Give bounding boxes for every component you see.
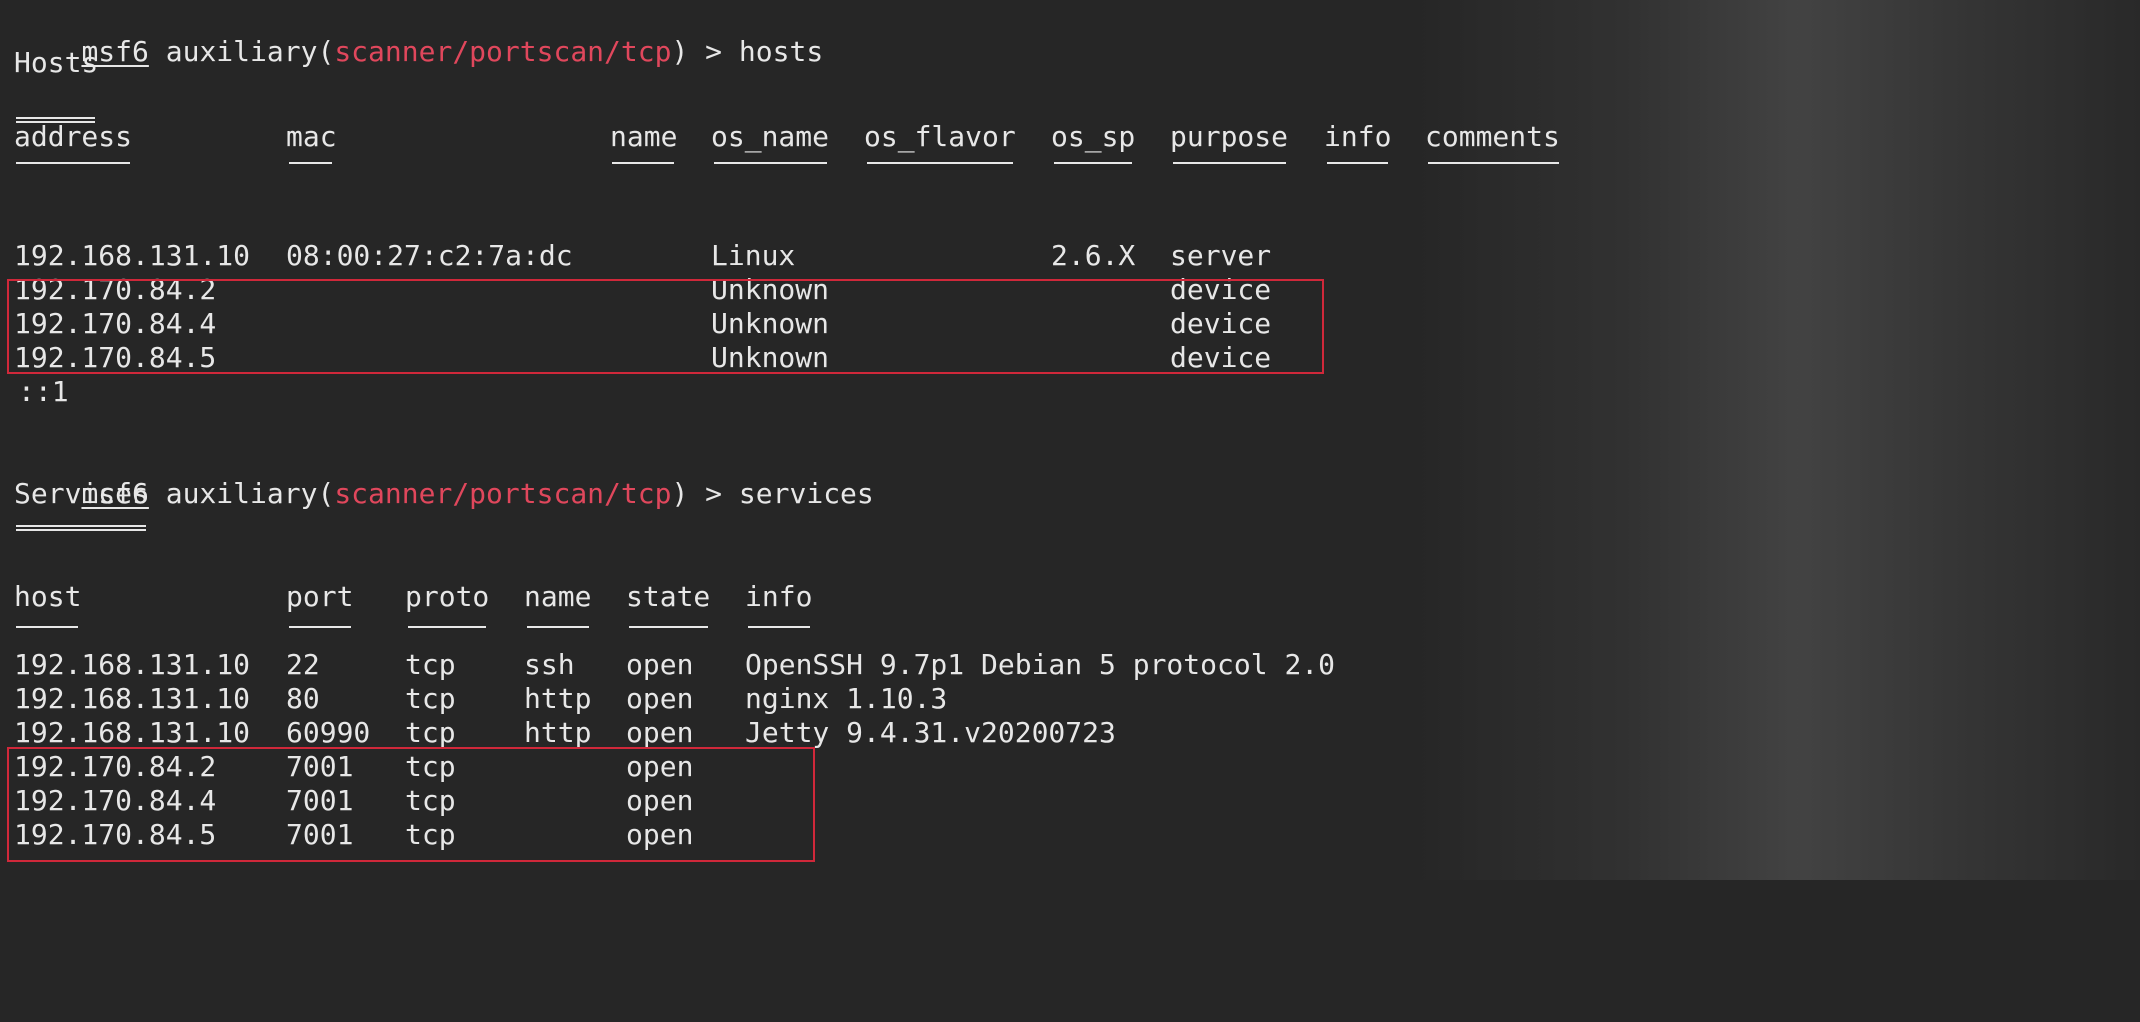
hosts-dash-info	[1327, 162, 1388, 164]
services-title: Services	[14, 477, 149, 510]
table-row: 192.168.131.10 08:00:27:c2:7a:dc Linux 2…	[0, 239, 1600, 273]
service-info: nginx 1.10.3	[745, 682, 948, 715]
services-dash-port	[289, 626, 351, 628]
hosts-col-address: address	[14, 120, 133, 153]
prompt-line-services: msf6 auxiliary(scanner/portscan/tcp) > s…	[14, 443, 873, 510]
service-port: 80	[286, 682, 320, 715]
services-dash-state	[629, 626, 708, 628]
service-port: 22	[286, 648, 320, 681]
host-purpose: server	[1170, 239, 1272, 272]
table-row: ::1	[0, 375, 1600, 409]
services-highlight-box	[7, 747, 815, 862]
hosts-header-row: address mac name os_name os_flavor os_sp…	[0, 120, 1600, 154]
host-address: ::1	[18, 375, 69, 408]
services-dash-proto	[408, 626, 486, 628]
host-mac: 08:00:27:c2:7a:dc	[286, 239, 573, 272]
prompt-module-prefix: auxiliary(	[148, 35, 335, 68]
hosts-title: Hosts	[14, 46, 99, 79]
service-state: open	[626, 648, 694, 681]
service-host: 192.168.131.10	[14, 648, 251, 681]
prompt-module: scanner/portscan/tcp	[334, 477, 672, 510]
hosts-dash-comments	[1428, 162, 1559, 164]
service-state: open	[626, 716, 694, 749]
services-col-info: info	[745, 580, 813, 613]
host-address: 192.168.131.10	[14, 239, 251, 272]
services-col-state: state	[626, 580, 711, 613]
hosts-dash-purpose	[1173, 162, 1286, 164]
services-dash-name	[527, 626, 589, 628]
hosts-highlight-box	[7, 279, 1324, 374]
table-row: 192.168.131.10 60990 tcp http open Jetty…	[0, 716, 1600, 750]
hosts-dash-mac	[289, 162, 332, 164]
services-col-port: port	[286, 580, 354, 613]
hosts-dash-os-flavor	[867, 162, 1013, 164]
prompt-line-hosts: msf6 auxiliary(scanner/portscan/tcp) > h…	[14, 1, 823, 68]
service-proto: tcp	[405, 682, 456, 715]
hosts-col-os-sp: os_sp	[1051, 120, 1136, 153]
service-port: 60990	[286, 716, 371, 749]
service-proto: tcp	[405, 716, 456, 749]
prompt-module-suffix: ) >	[671, 35, 739, 68]
hosts-col-os-flavor: os_flavor	[864, 120, 1016, 153]
table-row: 192.168.131.10 80 tcp http open nginx 1.…	[0, 682, 1600, 716]
hosts-col-name: name	[610, 120, 678, 153]
service-info: Jetty 9.4.31.v20200723	[745, 716, 1116, 749]
table-row: 192.168.131.10 22 tcp ssh open OpenSSH 9…	[0, 648, 1600, 682]
service-host: 192.168.131.10	[14, 682, 251, 715]
host-os-sp: 2.6.X	[1051, 239, 1136, 272]
services-title-underline	[16, 525, 146, 531]
command-text: services	[738, 477, 874, 510]
hosts-col-info: info	[1324, 120, 1392, 153]
services-dash-host	[16, 626, 78, 628]
hosts-col-purpose: purpose	[1170, 120, 1289, 153]
service-host: 192.168.131.10	[14, 716, 251, 749]
services-col-name: name	[524, 580, 592, 613]
hosts-dash-name	[612, 162, 674, 164]
services-dash-info	[748, 626, 810, 628]
host-os-name: Linux	[711, 239, 796, 272]
hosts-col-mac: mac	[286, 120, 337, 153]
hosts-col-os-name: os_name	[711, 120, 830, 153]
prompt-module-suffix: ) >	[671, 477, 739, 510]
hosts-dash-os-name	[714, 162, 827, 164]
service-state: open	[626, 682, 694, 715]
service-proto: tcp	[405, 648, 456, 681]
terminal-window[interactable]: msf6 auxiliary(scanner/portscan/tcp) > h…	[0, 0, 2140, 880]
service-name: http	[524, 682, 592, 715]
services-header-row: host port proto name state info	[0, 580, 1600, 614]
command-text: hosts	[738, 35, 824, 68]
services-col-proto: proto	[405, 580, 490, 613]
service-info: OpenSSH 9.7p1 Debian 5 protocol 2.0	[745, 648, 1336, 681]
service-name: ssh	[524, 648, 575, 681]
hosts-col-comments: comments	[1425, 120, 1560, 153]
prompt-module: scanner/portscan/tcp	[334, 35, 672, 68]
hosts-dash-os-sp	[1054, 162, 1132, 164]
services-col-host: host	[14, 580, 82, 613]
service-name: http	[524, 716, 592, 749]
prompt-module-prefix: auxiliary(	[148, 477, 335, 510]
hosts-dash-address	[16, 162, 130, 164]
